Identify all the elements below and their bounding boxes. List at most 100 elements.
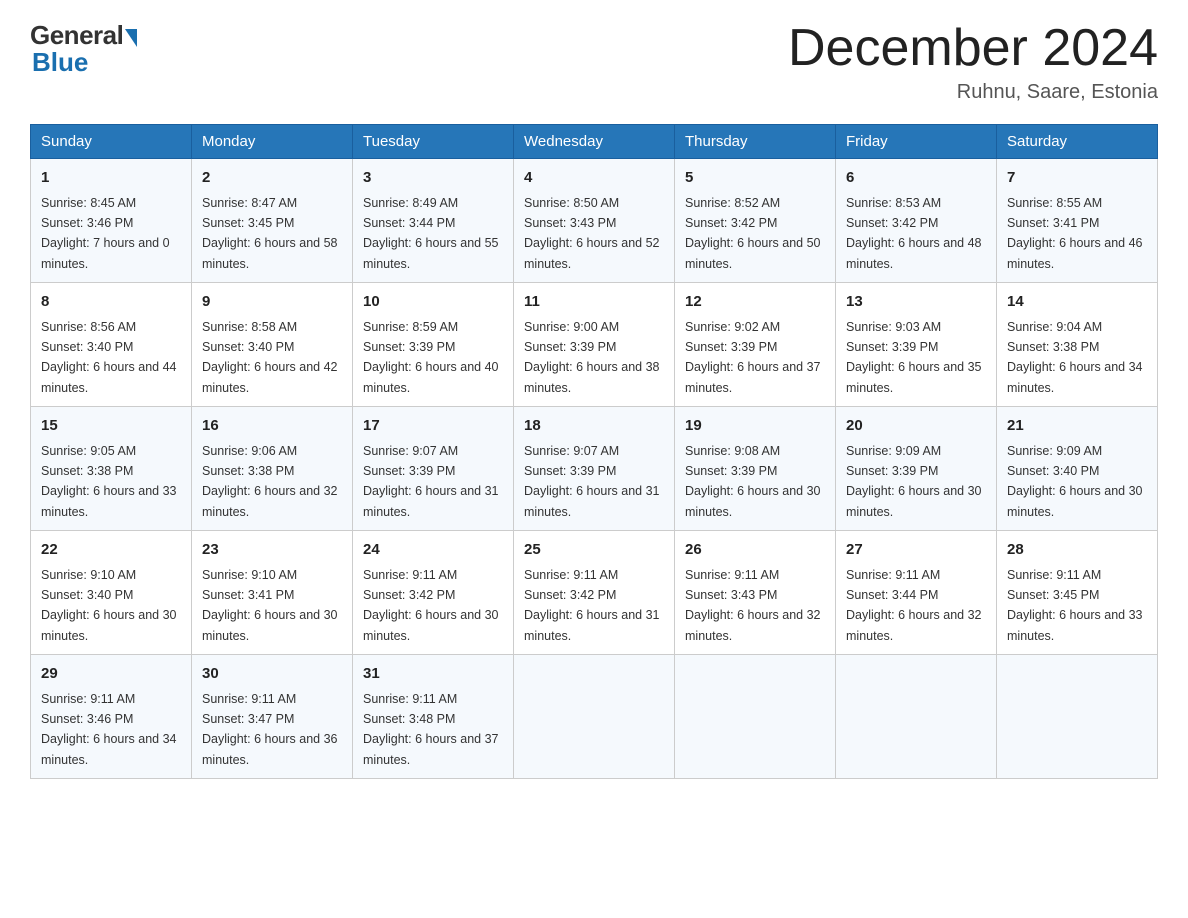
logo-blue-text: Blue (30, 47, 88, 78)
day-info: Sunrise: 9:04 AMSunset: 3:38 PMDaylight:… (1007, 320, 1143, 395)
calendar-cell: 22 Sunrise: 9:10 AMSunset: 3:40 PMDaylig… (31, 531, 192, 655)
calendar-cell: 16 Sunrise: 9:06 AMSunset: 3:38 PMDaylig… (192, 407, 353, 531)
calendar-cell (514, 655, 675, 779)
day-info: Sunrise: 9:08 AMSunset: 3:39 PMDaylight:… (685, 444, 821, 519)
day-info: Sunrise: 9:11 AMSunset: 3:45 PMDaylight:… (1007, 568, 1143, 643)
calendar-cell: 19 Sunrise: 9:08 AMSunset: 3:39 PMDaylig… (675, 407, 836, 531)
day-info: Sunrise: 9:07 AMSunset: 3:39 PMDaylight:… (524, 444, 660, 519)
day-number: 1 (41, 167, 181, 190)
day-number: 15 (41, 415, 181, 438)
calendar-cell: 20 Sunrise: 9:09 AMSunset: 3:39 PMDaylig… (836, 407, 997, 531)
day-info: Sunrise: 9:05 AMSunset: 3:38 PMDaylight:… (41, 444, 177, 519)
day-number: 22 (41, 539, 181, 562)
calendar-cell: 1 Sunrise: 8:45 AMSunset: 3:46 PMDayligh… (31, 159, 192, 283)
day-number: 23 (202, 539, 342, 562)
calendar-cell: 9 Sunrise: 8:58 AMSunset: 3:40 PMDayligh… (192, 283, 353, 407)
calendar-cell: 5 Sunrise: 8:52 AMSunset: 3:42 PMDayligh… (675, 159, 836, 283)
col-saturday: Saturday (997, 125, 1158, 159)
day-info: Sunrise: 8:58 AMSunset: 3:40 PMDaylight:… (202, 320, 338, 395)
calendar-week-3: 15 Sunrise: 9:05 AMSunset: 3:38 PMDaylig… (31, 407, 1158, 531)
day-number: 3 (363, 167, 503, 190)
calendar-cell: 12 Sunrise: 9:02 AMSunset: 3:39 PMDaylig… (675, 283, 836, 407)
day-info: Sunrise: 8:45 AMSunset: 3:46 PMDaylight:… (41, 196, 170, 271)
day-info: Sunrise: 8:52 AMSunset: 3:42 PMDaylight:… (685, 196, 821, 271)
calendar-cell: 24 Sunrise: 9:11 AMSunset: 3:42 PMDaylig… (353, 531, 514, 655)
day-number: 9 (202, 291, 342, 314)
calendar-cell: 17 Sunrise: 9:07 AMSunset: 3:39 PMDaylig… (353, 407, 514, 531)
day-number: 16 (202, 415, 342, 438)
calendar-cell: 28 Sunrise: 9:11 AMSunset: 3:45 PMDaylig… (997, 531, 1158, 655)
calendar-cell: 18 Sunrise: 9:07 AMSunset: 3:39 PMDaylig… (514, 407, 675, 531)
day-number: 20 (846, 415, 986, 438)
day-info: Sunrise: 9:10 AMSunset: 3:41 PMDaylight:… (202, 568, 338, 643)
day-info: Sunrise: 8:47 AMSunset: 3:45 PMDaylight:… (202, 196, 338, 271)
day-number: 4 (524, 167, 664, 190)
day-info: Sunrise: 8:53 AMSunset: 3:42 PMDaylight:… (846, 196, 982, 271)
day-number: 12 (685, 291, 825, 314)
col-wednesday: Wednesday (514, 125, 675, 159)
month-title: December 2024 (788, 20, 1158, 77)
day-info: Sunrise: 9:03 AMSunset: 3:39 PMDaylight:… (846, 320, 982, 395)
day-number: 25 (524, 539, 664, 562)
calendar-cell: 7 Sunrise: 8:55 AMSunset: 3:41 PMDayligh… (997, 159, 1158, 283)
day-info: Sunrise: 9:02 AMSunset: 3:39 PMDaylight:… (685, 320, 821, 395)
calendar-cell: 6 Sunrise: 8:53 AMSunset: 3:42 PMDayligh… (836, 159, 997, 283)
calendar-cell: 21 Sunrise: 9:09 AMSunset: 3:40 PMDaylig… (997, 407, 1158, 531)
day-info: Sunrise: 9:11 AMSunset: 3:42 PMDaylight:… (363, 568, 499, 643)
day-number: 21 (1007, 415, 1147, 438)
logo-arrow-icon (125, 29, 137, 47)
day-number: 19 (685, 415, 825, 438)
logo: General Blue (30, 20, 137, 78)
calendar-table: Sunday Monday Tuesday Wednesday Thursday… (30, 124, 1158, 779)
day-number: 27 (846, 539, 986, 562)
day-info: Sunrise: 9:09 AMSunset: 3:39 PMDaylight:… (846, 444, 982, 519)
calendar-cell: 2 Sunrise: 8:47 AMSunset: 3:45 PMDayligh… (192, 159, 353, 283)
day-info: Sunrise: 9:11 AMSunset: 3:46 PMDaylight:… (41, 692, 177, 767)
title-section: December 2024 Ruhnu, Saare, Estonia (788, 20, 1158, 104)
day-number: 7 (1007, 167, 1147, 190)
calendar-cell: 26 Sunrise: 9:11 AMSunset: 3:43 PMDaylig… (675, 531, 836, 655)
page-header: General Blue December 2024 Ruhnu, Saare,… (30, 20, 1158, 104)
day-info: Sunrise: 8:56 AMSunset: 3:40 PMDaylight:… (41, 320, 177, 395)
day-info: Sunrise: 8:50 AMSunset: 3:43 PMDaylight:… (524, 196, 660, 271)
day-number: 13 (846, 291, 986, 314)
day-number: 17 (363, 415, 503, 438)
col-tuesday: Tuesday (353, 125, 514, 159)
day-info: Sunrise: 8:49 AMSunset: 3:44 PMDaylight:… (363, 196, 499, 271)
day-info: Sunrise: 9:07 AMSunset: 3:39 PMDaylight:… (363, 444, 499, 519)
day-info: Sunrise: 9:00 AMSunset: 3:39 PMDaylight:… (524, 320, 660, 395)
day-info: Sunrise: 9:11 AMSunset: 3:42 PMDaylight:… (524, 568, 660, 643)
day-info: Sunrise: 9:06 AMSunset: 3:38 PMDaylight:… (202, 444, 338, 519)
calendar-week-4: 22 Sunrise: 9:10 AMSunset: 3:40 PMDaylig… (31, 531, 1158, 655)
calendar-cell: 4 Sunrise: 8:50 AMSunset: 3:43 PMDayligh… (514, 159, 675, 283)
day-number: 11 (524, 291, 664, 314)
calendar-cell: 3 Sunrise: 8:49 AMSunset: 3:44 PMDayligh… (353, 159, 514, 283)
day-info: Sunrise: 9:11 AMSunset: 3:43 PMDaylight:… (685, 568, 821, 643)
calendar-cell: 10 Sunrise: 8:59 AMSunset: 3:39 PMDaylig… (353, 283, 514, 407)
day-number: 2 (202, 167, 342, 190)
day-info: Sunrise: 8:59 AMSunset: 3:39 PMDaylight:… (363, 320, 499, 395)
day-number: 10 (363, 291, 503, 314)
calendar-header-row: Sunday Monday Tuesday Wednesday Thursday… (31, 125, 1158, 159)
calendar-cell: 31 Sunrise: 9:11 AMSunset: 3:48 PMDaylig… (353, 655, 514, 779)
day-number: 28 (1007, 539, 1147, 562)
day-number: 8 (41, 291, 181, 314)
day-number: 5 (685, 167, 825, 190)
day-info: Sunrise: 9:11 AMSunset: 3:48 PMDaylight:… (363, 692, 499, 767)
day-info: Sunrise: 8:55 AMSunset: 3:41 PMDaylight:… (1007, 196, 1143, 271)
calendar-week-5: 29 Sunrise: 9:11 AMSunset: 3:46 PMDaylig… (31, 655, 1158, 779)
day-number: 24 (363, 539, 503, 562)
calendar-week-1: 1 Sunrise: 8:45 AMSunset: 3:46 PMDayligh… (31, 159, 1158, 283)
calendar-cell: 15 Sunrise: 9:05 AMSunset: 3:38 PMDaylig… (31, 407, 192, 531)
day-info: Sunrise: 9:09 AMSunset: 3:40 PMDaylight:… (1007, 444, 1143, 519)
calendar-cell: 27 Sunrise: 9:11 AMSunset: 3:44 PMDaylig… (836, 531, 997, 655)
col-sunday: Sunday (31, 125, 192, 159)
calendar-cell: 13 Sunrise: 9:03 AMSunset: 3:39 PMDaylig… (836, 283, 997, 407)
calendar-week-2: 8 Sunrise: 8:56 AMSunset: 3:40 PMDayligh… (31, 283, 1158, 407)
day-number: 6 (846, 167, 986, 190)
calendar-cell: 23 Sunrise: 9:10 AMSunset: 3:41 PMDaylig… (192, 531, 353, 655)
calendar-cell: 8 Sunrise: 8:56 AMSunset: 3:40 PMDayligh… (31, 283, 192, 407)
day-info: Sunrise: 9:10 AMSunset: 3:40 PMDaylight:… (41, 568, 177, 643)
calendar-cell (836, 655, 997, 779)
calendar-cell (675, 655, 836, 779)
